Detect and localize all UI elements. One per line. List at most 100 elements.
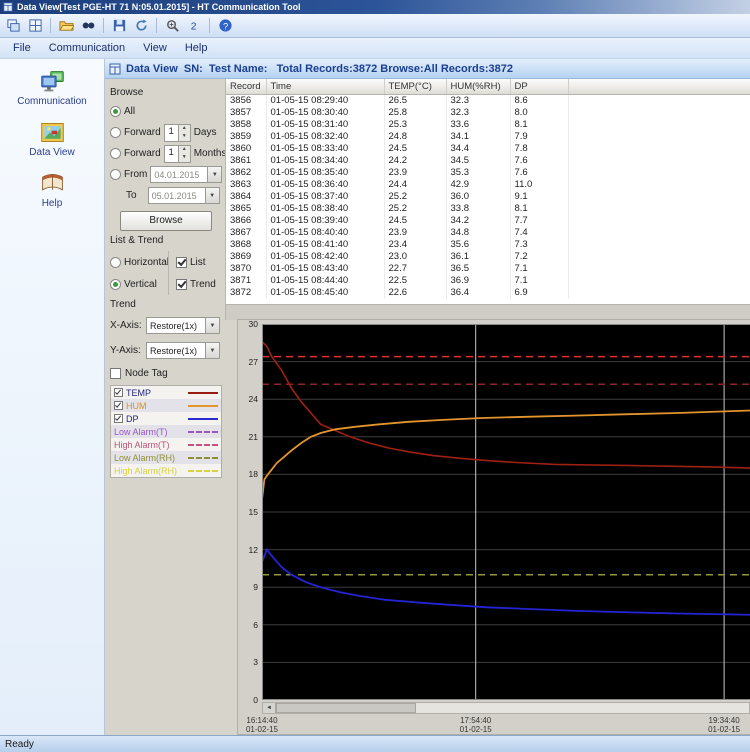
- help-button[interactable]: ?: [215, 17, 235, 35]
- radio-browse-all[interactable]: [110, 106, 121, 117]
- checkbox-list[interactable]: [176, 257, 187, 268]
- menu-communication[interactable]: Communication: [40, 42, 134, 54]
- table-row[interactable]: 386301-05-15 08:36:4024.442.911.0: [226, 179, 750, 191]
- chart-canvas: [262, 324, 750, 700]
- refresh-button[interactable]: [131, 17, 151, 35]
- chart-scrollbar[interactable]: ◄: [262, 702, 750, 714]
- table-cell: 01-05-15 08:29:40: [266, 95, 384, 108]
- window-cascade-icon: [6, 18, 21, 33]
- checkbox-node-tag[interactable]: [110, 368, 121, 379]
- months-label: Months: [194, 148, 225, 159]
- table-cell: 3865: [226, 203, 266, 215]
- table-row[interactable]: 386601-05-15 08:39:4024.534.27.7: [226, 215, 750, 227]
- scrollbar-thumb[interactable]: [276, 703, 416, 713]
- table-row[interactable]: 387001-05-15 08:43:4022.736.57.1: [226, 263, 750, 275]
- legend-item-low-alarm-rh[interactable]: Low Alarm(RH): [111, 451, 221, 464]
- forward-days-stepper[interactable]: 1 ▲▼: [164, 124, 191, 142]
- checkbox-trend[interactable]: [176, 279, 187, 290]
- table-row[interactable]: 387201-05-15 08:45:4022.636.46.9: [226, 287, 750, 299]
- col-header-dp[interactable]: DP: [510, 79, 568, 95]
- search-button[interactable]: [78, 17, 98, 35]
- stepper-arrows[interactable]: ▲▼: [178, 125, 190, 141]
- open-folder-button[interactable]: [56, 17, 76, 35]
- window-tile-icon: [28, 18, 43, 33]
- table-row[interactable]: 386501-05-15 08:38:4025.233.88.1: [226, 203, 750, 215]
- table-row[interactable]: 387101-05-15 08:44:4022.536.97.1: [226, 275, 750, 287]
- col-header-time[interactable]: Time: [266, 79, 384, 95]
- legend-checkbox-temp[interactable]: [114, 388, 123, 397]
- document-icon: [109, 63, 121, 75]
- days-label: Days: [194, 127, 217, 138]
- menu-file[interactable]: File: [4, 42, 40, 54]
- table-cell: 24.8: [384, 131, 446, 143]
- col-header-humrh[interactable]: HUM(%RH): [446, 79, 510, 95]
- legend-item-hum[interactable]: HUM: [111, 399, 221, 412]
- table-row[interactable]: 386401-05-15 08:37:4025.236.09.1: [226, 191, 750, 203]
- document-title: Data View SN: Test Name: Total Records:3…: [126, 63, 513, 75]
- table-cell: 01-05-15 08:42:40: [266, 251, 384, 263]
- window-tile-button[interactable]: [25, 17, 45, 35]
- zoom-in-button[interactable]: [162, 17, 182, 35]
- browse-button[interactable]: Browse: [120, 211, 212, 231]
- to-date-select[interactable]: 05.01.2015 ▼: [148, 187, 220, 204]
- stepper-arrows[interactable]: ▲▼: [178, 146, 190, 162]
- radio-horizontal[interactable]: [110, 257, 121, 268]
- chart-plot[interactable]: [262, 324, 750, 700]
- menu-view[interactable]: View: [134, 42, 176, 54]
- radio-browse-forward-days[interactable]: [110, 127, 121, 138]
- x-tick-label: 16:14:4001-02-15: [246, 716, 278, 734]
- table-row[interactable]: 386701-05-15 08:40:4023.934.87.4: [226, 227, 750, 239]
- table-row[interactable]: 385601-05-15 08:29:4026.532.38.6: [226, 95, 750, 108]
- table-row[interactable]: 386001-05-15 08:33:4024.534.47.8: [226, 143, 750, 155]
- svg-text:?: ?: [222, 21, 227, 31]
- from-date-select[interactable]: 04.01.2015 ▼: [150, 166, 222, 183]
- table-cell: 01-05-15 08:37:40: [266, 191, 384, 203]
- y-axis-select[interactable]: Restore(1x) ▼: [146, 342, 220, 359]
- dropdown-arrow-icon[interactable]: ▼: [207, 167, 221, 182]
- window-cascade-button[interactable]: [3, 17, 23, 35]
- table-row[interactable]: 385701-05-15 08:30:4025.832.38.0: [226, 107, 750, 119]
- toolbar: 2?: [0, 14, 750, 38]
- legend-item-high-alarm-t[interactable]: High Alarm(T): [111, 438, 221, 451]
- legend-item-high-alarm-rh[interactable]: High Alarm(RH): [111, 464, 221, 477]
- scrollbar-left-arrow[interactable]: ◄: [263, 703, 276, 713]
- radio-vertical[interactable]: [110, 279, 121, 290]
- col-header-record[interactable]: Record: [226, 79, 266, 95]
- y-tick-label: 12: [249, 545, 258, 555]
- table-row[interactable]: 385901-05-15 08:32:4024.834.17.9: [226, 131, 750, 143]
- legend-item-dp[interactable]: DP: [111, 412, 221, 425]
- legend-checkbox-dp[interactable]: [114, 414, 123, 423]
- svg-text:2: 2: [190, 21, 196, 32]
- table-cell: 22.5: [384, 275, 446, 287]
- x-tick-label: 19:34:4001-02-15: [708, 716, 740, 734]
- sidebar-item-data-view[interactable]: Data View: [0, 119, 104, 158]
- table-row[interactable]: 386801-05-15 08:41:4023.435.67.3: [226, 239, 750, 251]
- menu-help[interactable]: Help: [176, 42, 217, 54]
- dropdown-arrow-icon[interactable]: ▼: [205, 318, 219, 333]
- sidebar-item-communication[interactable]: Communication: [0, 68, 104, 107]
- table-cell: 34.1: [446, 131, 510, 143]
- chart-y-axis: 302724211815129630: [238, 324, 261, 700]
- legend-item-low-alarm-t[interactable]: Low Alarm(T): [111, 425, 221, 438]
- legend-item-temp[interactable]: TEMP: [111, 386, 221, 399]
- table-cell-filler: [568, 275, 750, 287]
- radio-browse-forward-months[interactable]: [110, 148, 121, 159]
- table-row[interactable]: 386901-05-15 08:42:4023.036.17.2: [226, 251, 750, 263]
- document-title-bar[interactable]: Data View SN: Test Name: Total Records:3…: [105, 59, 750, 79]
- dropdown-arrow-icon[interactable]: ▼: [205, 343, 219, 358]
- radio-browse-from[interactable]: [110, 169, 121, 180]
- save-button[interactable]: [109, 17, 129, 35]
- step-2-button[interactable]: 2: [184, 17, 204, 35]
- table-row[interactable]: 386101-05-15 08:34:4024.234.57.6: [226, 155, 750, 167]
- table-cell: 23.0: [384, 251, 446, 263]
- col-header-tempc[interactable]: TEMP(°C): [384, 79, 446, 95]
- forward-months-stepper[interactable]: 1 ▲▼: [164, 145, 191, 163]
- title-bar[interactable]: Data View[Test PGE-HT 71 N:05.01.2015] -…: [0, 0, 750, 14]
- legend-label: Low Alarm(T): [114, 427, 168, 437]
- legend-checkbox-hum[interactable]: [114, 401, 123, 410]
- sidebar-item-help[interactable]: Help: [0, 170, 104, 209]
- dropdown-arrow-icon[interactable]: ▼: [205, 188, 219, 203]
- table-row[interactable]: 385801-05-15 08:31:4025.333.68.1: [226, 119, 750, 131]
- table-row[interactable]: 386201-05-15 08:35:4023.935.37.6: [226, 167, 750, 179]
- x-axis-select[interactable]: Restore(1x) ▼: [146, 317, 220, 334]
